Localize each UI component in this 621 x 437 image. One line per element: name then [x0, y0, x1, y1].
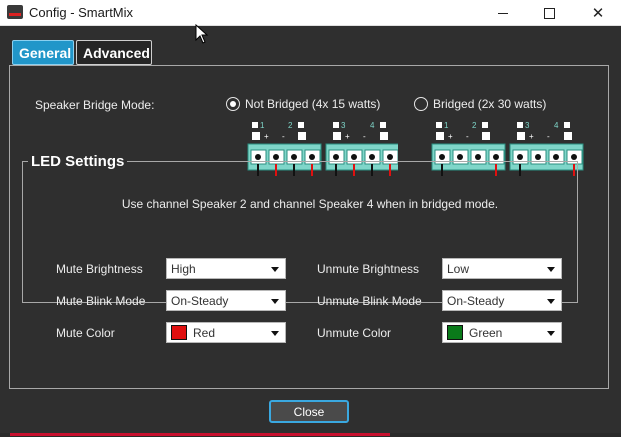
green-swatch-icon — [447, 325, 463, 340]
maximize-button[interactable] — [526, 0, 572, 26]
led-settings-group — [22, 161, 578, 303]
unmute-blink-mode-label: Unmute Blink Mode — [317, 294, 422, 308]
unmute-color-value: Green — [469, 325, 503, 340]
svg-text:+: + — [264, 132, 269, 141]
svg-text:-: - — [282, 132, 285, 141]
chevron-down-icon — [271, 331, 279, 336]
mute-blink-mode-value: On-Steady — [171, 293, 229, 308]
bridged-channel-4-label: 4 — [554, 121, 559, 130]
mute-color-label: Mute Color — [56, 326, 115, 340]
svg-text:+: + — [448, 132, 453, 141]
chevron-down-icon — [547, 331, 555, 336]
mute-blink-mode-select[interactable]: On-Steady — [166, 290, 286, 311]
window-title: Config - SmartMix — [29, 5, 134, 20]
led-settings-title: LED Settings — [28, 153, 128, 170]
tab-general[interactable]: General — [12, 40, 74, 65]
mouse-cursor-icon — [195, 24, 209, 44]
channel-3-label: 3 — [341, 121, 346, 130]
svg-text:-: - — [547, 132, 550, 141]
mute-color-select[interactable]: Red — [166, 322, 286, 343]
chevron-down-icon — [547, 299, 555, 304]
close-window-button[interactable]: ✕ — [575, 0, 621, 26]
tab-advanced[interactable]: Advanced — [76, 40, 152, 65]
red-swatch-icon — [171, 325, 187, 340]
mute-color-value: Red — [193, 325, 216, 340]
svg-text:+: + — [529, 132, 534, 141]
chevron-down-icon — [271, 299, 279, 304]
speaker-bridge-label: Speaker Bridge Mode: — [35, 98, 155, 112]
bridged-channel-2-label: 2 — [472, 121, 477, 130]
unmute-brightness-label: Unmute Brightness — [317, 262, 420, 276]
radio-bridged-label: Bridged (2x 30 watts) — [433, 97, 547, 111]
channel-4-label: 4 — [370, 121, 375, 130]
radio-unchecked-icon — [414, 97, 428, 111]
mute-brightness-select[interactable]: High — [166, 258, 286, 279]
unmute-brightness-value: Low — [447, 261, 470, 276]
radio-not-bridged-label: Not Bridged (4x 15 watts) — [245, 97, 381, 111]
radio-not-bridged[interactable]: Not Bridged (4x 15 watts) — [226, 97, 380, 111]
svg-text:-: - — [363, 132, 366, 141]
title-bar: Config - SmartMix ✕ — [0, 0, 621, 26]
bridged-channel-3-label: 3 — [525, 121, 530, 130]
app-icon — [7, 5, 23, 19]
close-button[interactable]: Close — [269, 400, 349, 423]
radio-bridged[interactable]: Bridged (2x 30 watts) — [414, 97, 546, 111]
radio-checked-icon — [226, 97, 240, 111]
chevron-down-icon — [547, 267, 555, 272]
unmute-brightness-select[interactable]: Low — [442, 258, 562, 279]
svg-text:+: + — [345, 132, 350, 141]
mute-blink-mode-label: Mute Blink Mode — [56, 294, 146, 308]
bridged-channel-1-label: 1 — [444, 121, 449, 130]
mute-brightness-value: High — [171, 261, 196, 276]
svg-text:-: - — [466, 132, 469, 141]
mute-brightness-label: Mute Brightness — [56, 262, 143, 276]
unmute-blink-mode-value: On-Steady — [447, 293, 505, 308]
unmute-color-select[interactable]: Green — [442, 322, 562, 343]
taskbar-accent-strip — [10, 433, 390, 436]
channel-1-label: 1 — [260, 121, 265, 130]
unmute-color-label: Unmute Color — [317, 326, 392, 340]
channel-2-label: 2 — [288, 121, 293, 130]
chevron-down-icon — [271, 267, 279, 272]
minimize-button[interactable] — [480, 0, 526, 26]
unmute-blink-mode-select[interactable]: On-Steady — [442, 290, 562, 311]
